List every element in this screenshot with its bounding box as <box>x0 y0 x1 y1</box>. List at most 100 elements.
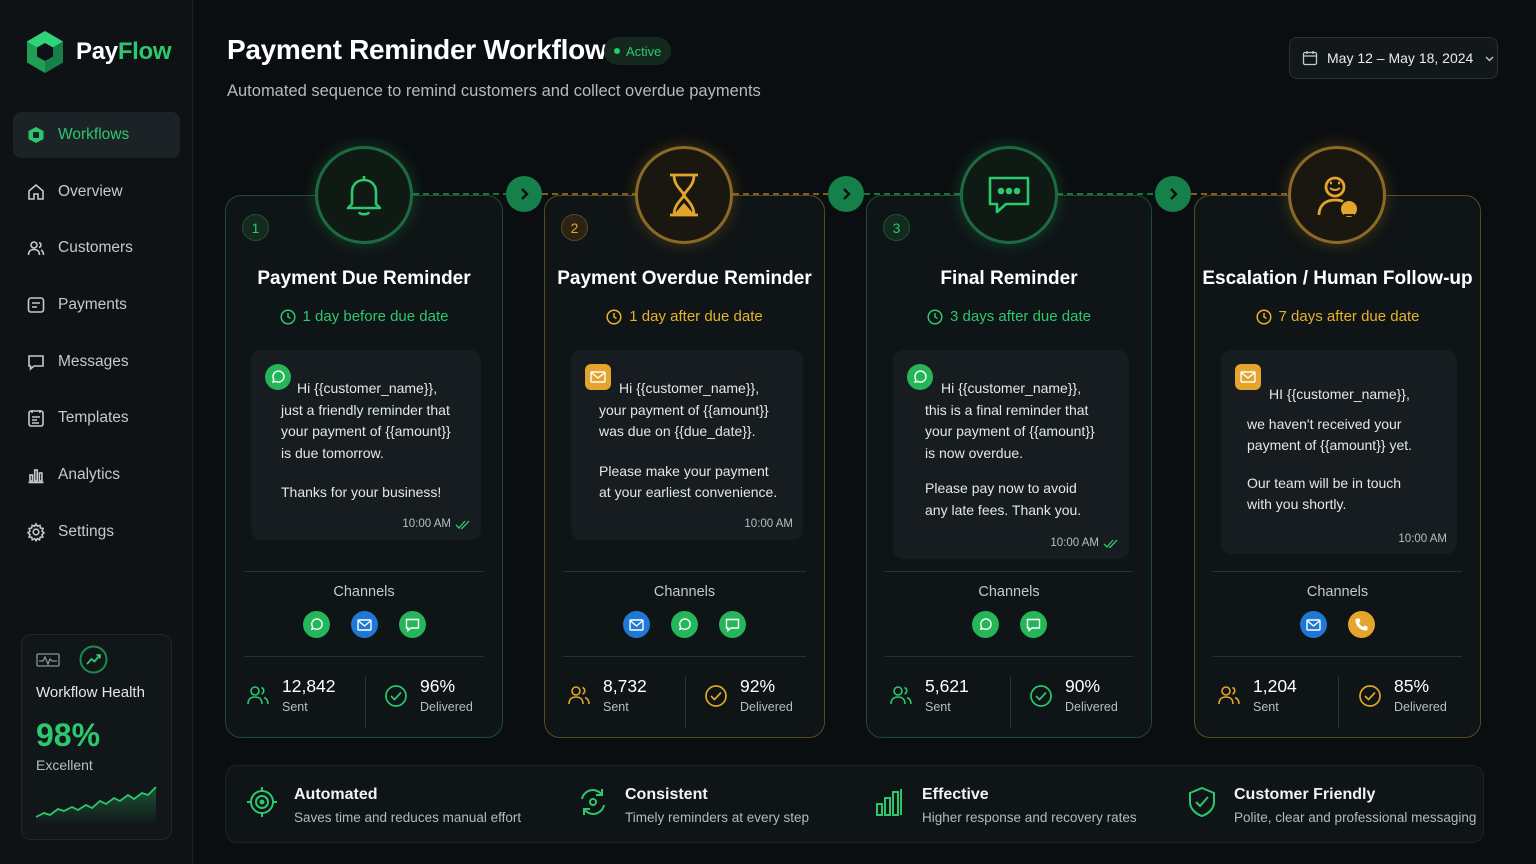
message-preview: Hi {{customer_name}}, your payment of {{… <box>571 350 803 540</box>
step-number: 3 <box>883 214 910 241</box>
step-timing-label: 1 day after due date <box>629 308 763 325</box>
divider <box>244 656 484 657</box>
message-time-label: 10:00 AM <box>1398 533 1447 545</box>
email-channel-icon[interactable] <box>623 611 650 638</box>
workflow-step-card-1[interactable]: 1 Payment Due Reminder 1 day before due … <box>225 195 503 738</box>
message-line: HI {{customer_name}}, <box>1269 386 1410 402</box>
sent-label: Sent <box>282 700 308 714</box>
email-channel-icon[interactable] <box>350 611 378 638</box>
message-line: was due on {{due_date}}. <box>599 423 756 439</box>
message-text: Hi {{customer_name}}, your payment of {{… <box>599 378 777 504</box>
refresh-cycle-icon <box>581 789 605 815</box>
feature-title: Consistent <box>625 786 708 803</box>
clock-icon <box>606 308 622 325</box>
divider <box>885 656 1133 657</box>
bell-icon <box>346 176 382 216</box>
shield-check-icon <box>1189 786 1215 818</box>
message-preview: HI {{customer_name}}, we haven't receive… <box>1221 350 1457 554</box>
channel-list <box>867 611 1151 638</box>
step-timing: 1 day after due date <box>545 308 824 325</box>
chevron-right-icon <box>1170 188 1178 200</box>
message-time: 10:00 AM <box>1398 529 1447 551</box>
channel-list <box>1195 611 1480 638</box>
sms-channel-icon[interactable] <box>398 611 426 638</box>
check-circle-icon <box>705 685 727 707</box>
delivered-label: Delivered <box>420 700 473 714</box>
whatsapp-channel-icon[interactable] <box>302 611 330 638</box>
channels-label: Channels <box>653 584 716 600</box>
delivered-label: Delivered <box>1065 700 1118 714</box>
sms-channel-icon[interactable] <box>1019 611 1047 638</box>
workflow-step-card-3[interactable]: 3 Final Reminder 3 days after due date H… <box>866 195 1152 738</box>
channels-label: Channels <box>978 584 1040 600</box>
sent-label: Sent <box>603 700 629 714</box>
message-time: 10:00 AM <box>1050 533 1119 555</box>
message-text: Hi {{customer_name}}, just a friendly re… <box>281 378 451 504</box>
chevron-right-icon <box>521 188 529 200</box>
message-preview: Hi {{customer_name}}, this is a final re… <box>893 350 1129 559</box>
clock-icon <box>1255 308 1272 325</box>
phone-call-channel-icon[interactable] <box>1348 611 1375 638</box>
users-icon <box>247 686 269 705</box>
stat-divider <box>685 676 686 728</box>
sent-count: 8,732 <box>603 676 647 696</box>
message-line: your payment of {{amount}} <box>925 423 1095 439</box>
message-line: this is a final reminder that <box>925 401 1089 418</box>
email-channel-icon[interactable] <box>1300 611 1327 638</box>
stat-divider <box>1338 676 1339 728</box>
feature-desc: Saves time and reduces manual effort <box>294 810 522 825</box>
step-timing-label: 1 day before due date <box>302 308 449 325</box>
feature-title: Effective <box>922 786 989 803</box>
message-line: with you shortly. <box>1247 496 1347 512</box>
workflow-step-card-2[interactable]: 2 Payment Overdue Reminder 1 day after d… <box>544 195 825 738</box>
message-time: 10:00 AM <box>402 514 471 536</box>
step-stats: 8,732 Sent 92% Delivered <box>545 664 824 728</box>
step-title: Final Reminder <box>940 268 1078 289</box>
message-line: at your earliest convenience. <box>599 484 778 500</box>
feature-desc: Polite, clear and professional messaging <box>1234 810 1477 825</box>
whatsapp-channel-icon[interactable] <box>971 611 999 638</box>
next-step-arrow-3[interactable] <box>1155 176 1191 212</box>
divider <box>1213 571 1462 572</box>
whatsapp-channel-icon[interactable] <box>671 611 698 638</box>
step-timing: 7 days after due date <box>1195 308 1480 325</box>
message-time-label: 10:00 AM <box>744 518 793 530</box>
feature-desc: Higher response and recovery rates <box>922 810 1137 825</box>
divider <box>244 571 484 572</box>
next-step-arrow-2[interactable] <box>828 176 864 212</box>
message-line: Thanks for your business! <box>281 484 442 500</box>
workflow-step-card-4[interactable]: Escalation / Human Follow-up 7 days afte… <box>1194 195 1481 738</box>
message-preview: Hi {{customer_name}}, just a friendly re… <box>251 350 481 540</box>
next-step-arrow-1[interactable] <box>506 176 542 212</box>
target-icon <box>247 787 277 817</box>
channels-label: Channels <box>1306 584 1369 600</box>
message-line: Our team will be in touch <box>1247 474 1402 491</box>
channels-label: Channels <box>333 584 395 600</box>
sent-count: 1,204 <box>1253 676 1297 696</box>
step-number: 1 <box>242 214 269 241</box>
step-stats: 5,621 Sent 90% Delivered <box>867 664 1151 728</box>
double-check-icon <box>455 520 470 530</box>
sms-channel-icon[interactable] <box>719 611 746 638</box>
hourglass-icon <box>670 173 698 217</box>
feature-desc: Timely reminders at every step <box>625 810 810 825</box>
divider <box>1213 656 1462 657</box>
feature-title: Automated <box>294 786 378 803</box>
step-timing-label: 7 days after due date <box>1278 308 1420 325</box>
delivered-label: Delivered <box>1394 700 1447 714</box>
divider <box>563 571 806 572</box>
message-line: is due tomorrow. <box>281 444 384 461</box>
message-line: we haven't received your <box>1247 415 1402 432</box>
channel-list <box>545 611 824 638</box>
message-line: Please pay now to avoid <box>925 480 1077 496</box>
message-time-label: 10:00 AM <box>1050 537 1099 549</box>
message-line: is now overdue. <box>925 444 1024 461</box>
message-line: Hi {{customer_name}}, <box>297 380 438 396</box>
message-line: your payment of {{amount}} <box>281 423 451 439</box>
features-bar: Automated Saves time and reduces manual … <box>225 765 1484 843</box>
message-line: Hi {{customer_name}}, <box>941 380 1082 396</box>
message-time: 10:00 AM <box>744 514 793 536</box>
step-1-icon-ring <box>315 146 413 244</box>
check-circle-icon <box>385 685 407 707</box>
message-line: any late fees. Thank you. <box>925 501 1082 518</box>
